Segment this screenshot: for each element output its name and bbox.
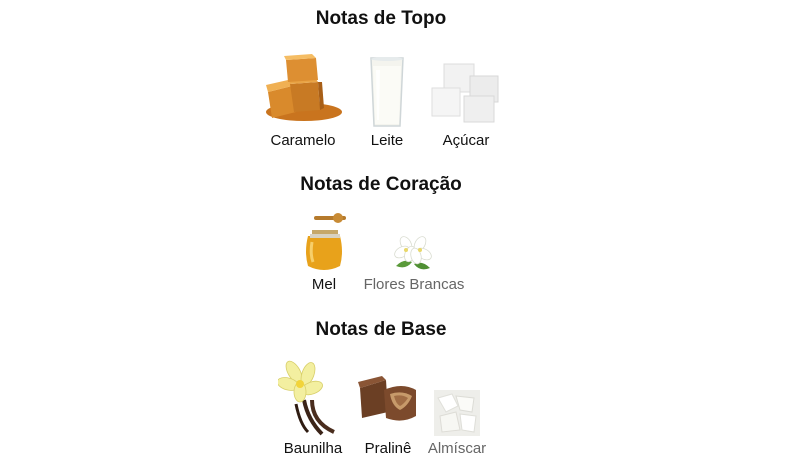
note-label: Pralinê — [364, 440, 412, 457]
praline-icon — [358, 376, 418, 426]
note-label: Mel — [311, 276, 337, 293]
musk-icon — [434, 390, 480, 436]
note-label: Baunilha — [283, 440, 343, 457]
note-label: Almíscar — [427, 440, 487, 457]
top-notes-title: Notas de Topo — [315, 8, 447, 29]
note-flores-brancas[interactable]: Flores Brancas — [358, 212, 470, 298]
note-label: Leite — [370, 132, 404, 149]
sugar-icon — [430, 58, 502, 124]
note-caramelo[interactable]: Caramelo — [262, 52, 344, 152]
note-acucar[interactable]: Açúcar — [430, 52, 502, 152]
white-flowers-icon — [392, 232, 434, 274]
honey-icon — [300, 212, 348, 274]
note-praline[interactable]: Pralinê — [358, 358, 418, 462]
caramel-icon — [262, 52, 344, 124]
note-baunilha[interactable]: Baunilha — [278, 358, 348, 462]
note-label: Flores Brancas — [363, 276, 465, 293]
milk-icon — [368, 56, 406, 128]
note-leite[interactable]: Leite — [362, 52, 412, 152]
note-mel[interactable]: Mel — [296, 212, 352, 298]
note-almiscar[interactable]: Almíscar — [424, 358, 490, 462]
note-label: Açúcar — [442, 132, 490, 149]
heart-notes-title: Notas de Coração — [300, 174, 462, 195]
vanilla-icon — [278, 360, 348, 436]
note-label: Caramelo — [270, 132, 336, 149]
base-notes-title: Notas de Base — [315, 319, 447, 340]
